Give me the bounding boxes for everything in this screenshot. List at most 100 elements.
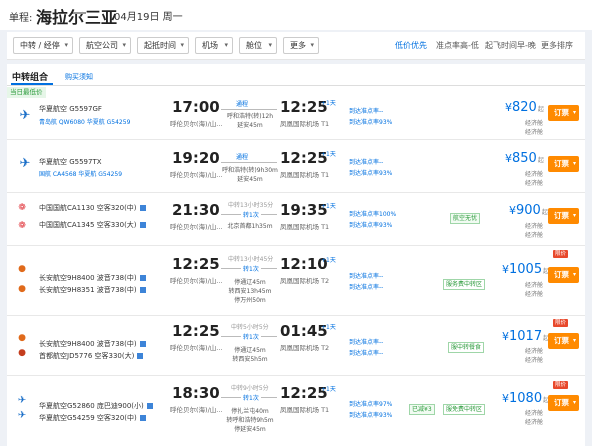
departure-airport: 呼伦贝尔(海)/山... — [170, 277, 223, 285]
service-badge: 服务费中转区 — [443, 279, 486, 290]
hx-airline-logo-icon: ✈ — [17, 395, 27, 406]
service-badge: 服免费中转区 — [443, 404, 486, 415]
transfer-count[interactable]: 转1次 — [241, 332, 261, 341]
cabin-class: 经济舱 — [525, 232, 544, 239]
arrival-city[interactable]: 三亚 — [85, 4, 117, 28]
book-label: 订票 — [554, 270, 569, 279]
filter-transfer-stop[interactable]: 中转 / 经停 ▾ — [13, 37, 73, 54]
travel-date[interactable]: 04月19日 周一 — [114, 8, 183, 23]
info-square-icon[interactable] — [139, 222, 146, 228]
flight-row[interactable]: ● ● 长安航空9H8400 波音738(中) 首都航空JD5776 空客330… — [7, 316, 585, 376]
ontime-rate: 到达准点率-- — [349, 108, 384, 115]
chevron-down-icon: ▾ — [310, 41, 314, 49]
chevron-down-icon: ▾ — [572, 337, 576, 344]
currency-symbol: ¥ — [505, 101, 512, 114]
stop-note: 停万州50m — [234, 297, 266, 304]
chevron-down-icon: ▾ — [572, 160, 576, 167]
info-square-icon[interactable] — [146, 403, 153, 409]
arrival-airport: 凤凰国际机场 T1 — [280, 120, 330, 128]
price-value: 820 — [512, 100, 537, 115]
book-button[interactable]: 订票 ▾ — [548, 333, 579, 349]
airline-text: 华夏航空G54259 空客320(中) — [39, 414, 137, 422]
sort-more[interactable]: 更多排序 — [541, 40, 573, 51]
price-value: 900 — [516, 203, 541, 218]
flight-row[interactable]: ✈ 华夏航空 G5597GF 青岛航 QW6080 华夏航 G54259 17:… — [7, 98, 585, 140]
currency-symbol: ¥ — [505, 152, 512, 165]
flight-codeshare[interactable]: 国航 CA4568 华夏航 G54259 — [39, 169, 122, 178]
book-label: 订票 — [554, 398, 569, 407]
flight-codeshare[interactable]: 青岛航 QW6080 华夏航 G54259 — [39, 117, 130, 126]
tab-purchase-notes[interactable]: 购买须知 — [65, 72, 93, 82]
filter-cabin[interactable]: 舱位 ▾ — [239, 37, 277, 54]
departure-time: 17:00 — [172, 98, 220, 116]
flight-row[interactable]: ❁ ❁ 中国国航CA1130 空客320(中) 中国国航CA1345 空客330… — [7, 193, 585, 246]
book-button[interactable]: 订票 ▾ — [548, 105, 579, 121]
filter-label: 机场 — [202, 41, 218, 50]
next-day-tag: +1天 — [321, 100, 336, 107]
flight-row[interactable]: ✈ 华夏航空 G5597TX 国航 CA4568 华夏航 G54259 19:2… — [7, 140, 585, 193]
departure-time: 12:25 — [172, 255, 220, 273]
stop-note: 延安45m — [237, 176, 263, 183]
departure-city[interactable]: 海拉尔 — [36, 4, 84, 28]
service-badge: 航空无忧 — [450, 213, 481, 224]
info-square-icon[interactable] — [139, 341, 146, 347]
next-day-tag: +1天 — [321, 324, 336, 331]
flight-airline: 华夏航空G54259 空客320(中) — [39, 413, 146, 423]
sort-ontime-rate[interactable]: 准点率高-低 — [436, 40, 479, 51]
arrival-airport: 凤凰国际机场 T1 — [280, 406, 330, 414]
ontime-rate: 到达准点率93% — [349, 222, 393, 229]
filter-airline[interactable]: 航空公司 ▾ — [79, 37, 131, 54]
filter-more[interactable]: 更多 ▾ — [283, 37, 319, 54]
book-button[interactable]: 订票 ▾ — [548, 208, 579, 224]
flight-row[interactable]: ✈ ✈ 华夏航空G52860 庞巴迪900(小) 华夏航空G54259 空客32… — [7, 376, 585, 446]
airline-text: 华夏航空G52860 庞巴迪900(小) — [39, 402, 144, 410]
transfer-count[interactable]: 转1次 — [241, 393, 261, 402]
departure-time: 19:20 — [172, 149, 220, 167]
cabin-class: 经济舱 — [525, 180, 544, 187]
info-square-icon[interactable] — [139, 275, 146, 281]
route-header: 单程: 海拉尔 三亚 04月19日 周一 — [0, 0, 592, 30]
flight-row[interactable]: ● ● 长安航空9H8400 波音738(中) 长安航空9H8351 波音738… — [7, 246, 585, 316]
filter-time[interactable]: 起抵时间 ▾ — [137, 37, 189, 54]
stop-note: 转西安5h5m — [232, 356, 268, 363]
trip-type-label: 单程: — [9, 13, 33, 24]
tab-transfer-combo[interactable]: 中转组合 — [12, 70, 48, 83]
book-button[interactable]: 订票 ▾ — [548, 267, 579, 283]
transfer-type[interactable]: 通程 — [236, 99, 248, 108]
discount-tag: 限价 — [553, 319, 569, 327]
cabin-class: 经济舱 — [525, 171, 544, 178]
departure-airport: 呼伦贝尔(海)/山... — [170, 120, 223, 128]
info-square-icon[interactable] — [137, 353, 144, 359]
transfer-count[interactable]: 转1次 — [241, 210, 261, 219]
filter-airport[interactable]: 机场 ▾ — [195, 37, 233, 54]
currency-symbol: ¥ — [502, 392, 509, 405]
capital-airline-logo-icon: ● — [18, 348, 26, 358]
book-button[interactable]: 订票 ▾ — [548, 156, 579, 172]
departure-airport: 呼伦贝尔(海)/山... — [170, 223, 223, 231]
transfer-count[interactable]: 转1次 — [241, 264, 261, 273]
info-square-icon[interactable] — [139, 415, 146, 421]
ontime-rate: 到达准点率-- — [349, 284, 384, 291]
flight-list: 当日最低价 ✈ 华夏航空 G5597GF 青岛航 QW6080 华夏航 G542… — [7, 86, 585, 446]
cabin-class: 经济舱 — [525, 357, 544, 364]
cabin-class: 经济舱 — [525, 282, 544, 289]
departure-airport: 呼伦贝尔(海)/山... — [170, 344, 223, 352]
ontime-rate: 到达准点率-- — [349, 339, 384, 346]
sort-price-low[interactable]: 低价优先 — [395, 40, 427, 51]
arrival-airport: 凤凰国际机场 T1 — [280, 223, 330, 231]
cabin-class: 经济舱 — [525, 223, 544, 230]
price-value: 1005 — [509, 262, 543, 277]
transfer-duration: 中转13小时45分 — [228, 256, 274, 263]
chevron-down-icon: ▾ — [224, 41, 228, 49]
next-day-tag: +1天 — [321, 151, 336, 158]
sort-departure-time[interactable]: 起飞时间早-晚 — [485, 40, 536, 51]
info-square-icon[interactable] — [139, 205, 146, 211]
service-badge: 服中转餐食 — [448, 342, 485, 353]
book-button[interactable]: 订票 ▾ — [548, 395, 579, 411]
chevron-down-icon: ▾ — [268, 41, 272, 49]
stop-note: 转西安13h45m — [228, 288, 272, 295]
active-tab-indicator — [11, 83, 53, 85]
transfer-type[interactable]: 通程 — [236, 152, 248, 161]
arrival-airport: 凤凰国际机场 T1 — [280, 171, 330, 179]
info-square-icon[interactable] — [139, 287, 146, 293]
